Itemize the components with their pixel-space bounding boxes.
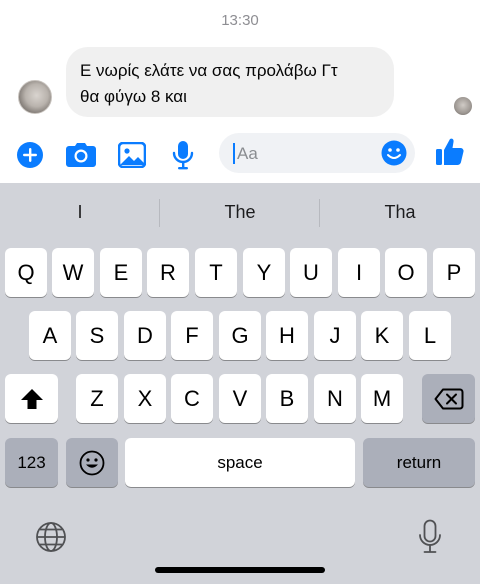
emoji-keyboard-key[interactable]	[66, 438, 118, 487]
message-bubble[interactable]: Ε νωρίς ελάτε να σας προλάβω Γτ θα φύγω …	[66, 47, 394, 117]
shift-key[interactable]	[5, 374, 58, 423]
key-z[interactable]: Z	[76, 374, 118, 423]
key-r[interactable]: R	[147, 248, 189, 297]
suggestion-3[interactable]: Tha	[320, 202, 480, 223]
key-m[interactable]: M	[361, 374, 403, 423]
key-a[interactable]: A	[29, 311, 71, 360]
globe-icon[interactable]	[35, 521, 67, 553]
seen-avatar	[454, 97, 472, 115]
composer-toolbar: Aa	[0, 128, 480, 178]
message-text-line-2: θα φύγω 8 και	[80, 87, 187, 106]
plus-circle-icon[interactable]	[15, 140, 45, 170]
suggestion-bar: I The Tha	[0, 183, 480, 243]
key-t[interactable]: T	[195, 248, 237, 297]
key-q[interactable]: Q	[5, 248, 47, 297]
key-o[interactable]: O	[385, 248, 427, 297]
key-n[interactable]: N	[314, 374, 356, 423]
dictation-icon[interactable]	[418, 519, 442, 555]
key-i[interactable]: I	[338, 248, 380, 297]
suggestion-1[interactable]: I	[0, 202, 160, 223]
key-s[interactable]: S	[76, 311, 118, 360]
key-k[interactable]: K	[361, 311, 403, 360]
key-x[interactable]: X	[124, 374, 166, 423]
contact-avatar[interactable]	[18, 80, 52, 114]
status-time: 13:30	[221, 12, 259, 29]
key-p[interactable]: P	[433, 248, 475, 297]
key-h[interactable]: H	[266, 311, 308, 360]
keyboard: I The Tha Q W E R T Y U I O P A S D F G …	[0, 183, 480, 584]
message-input[interactable]: Aa	[219, 133, 415, 173]
message-text-line-1: Ε νωρίς ελάτε να σας προλάβω Γτ	[80, 61, 338, 80]
photo-icon[interactable]	[117, 140, 147, 170]
key-g[interactable]: G	[219, 311, 261, 360]
space-key[interactable]: space	[125, 438, 355, 487]
key-b[interactable]: B	[266, 374, 308, 423]
text-caret	[233, 143, 235, 164]
key-d[interactable]: D	[124, 311, 166, 360]
return-key[interactable]: return	[363, 438, 475, 487]
key-u[interactable]: U	[290, 248, 332, 297]
key-v[interactable]: V	[219, 374, 261, 423]
camera-icon[interactable]	[66, 140, 96, 170]
key-e[interactable]: E	[100, 248, 142, 297]
numbers-key[interactable]: 123	[5, 438, 58, 487]
delete-key[interactable]	[422, 374, 475, 423]
thumbs-up-icon[interactable]	[435, 137, 465, 167]
key-j[interactable]: J	[314, 311, 356, 360]
suggestion-2[interactable]: The	[160, 202, 320, 223]
key-w[interactable]: W	[52, 248, 94, 297]
microphone-icon[interactable]	[168, 140, 198, 170]
key-f[interactable]: F	[171, 311, 213, 360]
message-input-placeholder: Aa	[237, 144, 258, 163]
backspace-icon	[434, 388, 463, 409]
home-indicator[interactable]	[155, 567, 325, 573]
key-y[interactable]: Y	[243, 248, 285, 297]
emoji-icon[interactable]	[381, 140, 407, 166]
emoji-face-icon	[79, 450, 105, 475]
key-l[interactable]: L	[409, 311, 451, 360]
shift-arrow-icon	[20, 388, 43, 409]
key-c[interactable]: C	[171, 374, 213, 423]
